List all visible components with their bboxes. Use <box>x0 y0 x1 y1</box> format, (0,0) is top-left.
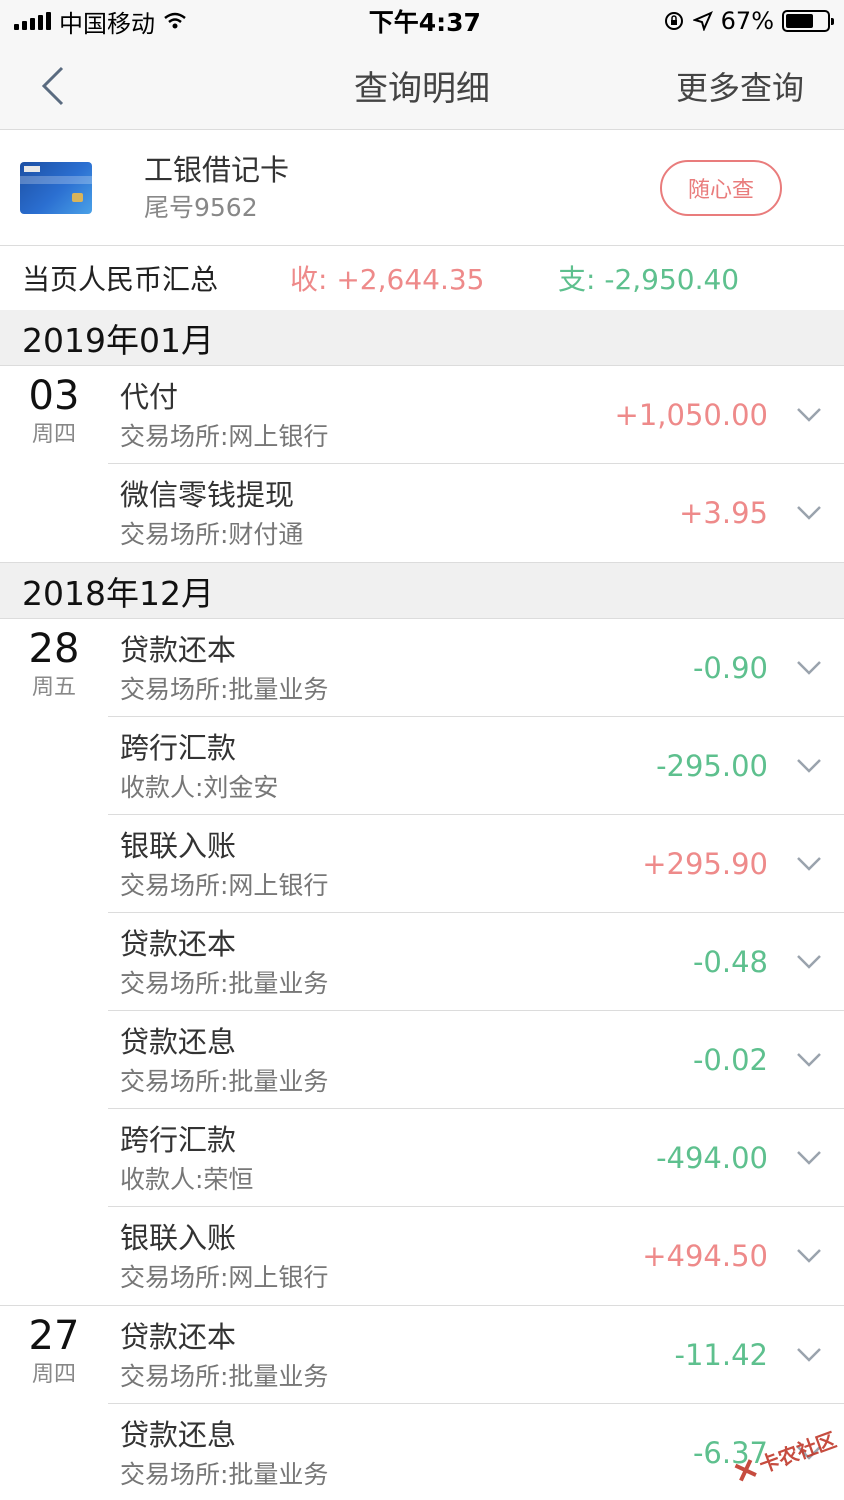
transaction-amount: -11.42 <box>674 1337 769 1372</box>
month-header: 2018年12月 <box>0 563 844 619</box>
transaction-title: 银联入账 <box>120 828 237 863</box>
card-number: 尾号9562 <box>144 192 258 222</box>
card-block: 工银借记卡 尾号9562 随心查 <box>0 130 844 246</box>
transaction-title: 贷款还本 <box>120 1319 237 1354</box>
day-column: 03 周四 <box>0 366 108 562</box>
status-time: 下午4:37 <box>368 8 481 37</box>
status-right: 67% <box>663 7 834 35</box>
transaction-title: 贷款还本 <box>120 926 237 961</box>
transaction-row[interactable]: 跨行汇款收款人:刘金安 -295.00 <box>108 717 844 815</box>
transaction-amount: -0.90 <box>692 650 768 685</box>
transaction-row[interactable]: 微信零钱提现交易场所:财付通 +3.95 <box>108 464 844 562</box>
transaction-title: 代付 <box>120 379 179 414</box>
transaction-row[interactable]: 贷款还本交易场所:批量业务 -11.42 <box>108 1306 844 1404</box>
transaction-detail: 交易场所:批量业务 <box>120 1066 329 1096</box>
chevron-down-icon[interactable] <box>796 758 822 774</box>
chevron-down-icon[interactable] <box>796 1248 822 1264</box>
transaction-title: 微信零钱提现 <box>120 478 295 512</box>
transaction-detail: 收款人:荣恒 <box>120 1164 254 1194</box>
transaction-amount: +494.50 <box>642 1239 768 1273</box>
rotation-lock-icon <box>664 12 683 30</box>
transaction-amount: +295.90 <box>642 846 768 881</box>
chevron-down-icon[interactable] <box>796 505 822 521</box>
day-weekday: 周四 <box>31 422 76 447</box>
chevron-down-icon[interactable] <box>796 1347 822 1363</box>
transaction-row[interactable]: 贷款还本交易场所:批量业务 -0.90 <box>108 619 844 717</box>
day-column: 28 周五 <box>0 619 108 1305</box>
transaction-amount: +1,050.00 <box>614 397 768 432</box>
flex-query-button[interactable]: 随心查 <box>660 159 782 216</box>
wifi-icon <box>164 12 186 29</box>
card-name: 工银借记卡 <box>144 152 290 187</box>
transaction-amount: -494.00 <box>656 1140 768 1175</box>
more-query-button[interactable]: 更多查询 <box>676 63 804 109</box>
chevron-down-icon[interactable] <box>796 660 822 676</box>
status-left: 中国移动 <box>14 4 187 39</box>
signal-icon <box>14 12 51 30</box>
transaction-row[interactable]: 代付交易场所:网上银行 +1,050.00 <box>108 366 844 464</box>
transaction-detail: 交易场所:财付通 <box>120 520 304 549</box>
transaction-detail: 交易场所:网上银行 <box>120 870 329 900</box>
back-button[interactable] <box>40 66 80 106</box>
day-group: 27 周四 贷款还本 交易场所:批量业务 -11.42 贷款还息 交易场所:批量业务… <box>0 1306 844 1500</box>
page-summary: 当页人民币汇总 收: +2,644.35 支: -2,950.40 <box>0 246 844 310</box>
transaction-detail: 交易场所:网上银行 <box>120 421 329 451</box>
chevron-down-icon[interactable] <box>796 954 822 970</box>
chevron-left-icon <box>41 66 64 105</box>
day-number: 03 <box>28 373 80 419</box>
transaction-detail: 收款人:刘金安 <box>120 772 279 802</box>
transaction-row[interactable]: 跨行汇款收款人:荣恒 -494.00 <box>108 1109 844 1207</box>
transaction-amount: +3.95 <box>679 496 768 530</box>
transaction-list: 代付交易场所:网上银行 +1,050.00 微信零钱提现交易场所:财付通 +3.… <box>108 366 844 562</box>
transaction-detail: 交易场所:批量业务 <box>120 1361 329 1391</box>
battery-fill <box>786 14 813 28</box>
transaction-amount: -0.02 <box>692 1042 768 1077</box>
card-info: 工银借记卡 尾号9562 <box>144 150 660 226</box>
day-group: 03 周四 代付交易场所:网上银行 +1,050.00 微信零钱提现交易场所:财… <box>0 366 844 563</box>
month-header: 2019年01月 <box>0 310 844 366</box>
transaction-title: 贷款还息 <box>120 1024 237 1059</box>
transaction-title: 贷款还本 <box>120 632 237 667</box>
battery-percent: 67% <box>720 7 774 35</box>
transaction-title: 跨行汇款 <box>120 730 237 765</box>
transaction-title: 贷款还息 <box>120 1418 237 1452</box>
status-bar: 中国移动 下午4:37 67% <box>0 0 844 42</box>
transaction-detail: 交易场所:批量业务 <box>120 1460 329 1489</box>
battery-icon <box>782 10 834 32</box>
transaction-row[interactable]: 贷款还息交易场所:批量业务 -0.02 <box>108 1011 844 1109</box>
day-group: 28 周五 贷款还本 交易场所:批量业务 -0.90 跨行汇款 收款人:刘金安 -2… <box>0 619 844 1306</box>
chevron-down-icon[interactable] <box>796 407 822 423</box>
transaction-list: 贷款还本 交易场所:批量业务 -0.90 跨行汇款 收款人:刘金安 -295.00 … <box>108 619 844 1305</box>
transaction-title: 银联入账 <box>120 1221 237 1255</box>
transaction-detail: 交易场所:网上银行 <box>120 1263 329 1292</box>
summary-expense: 支: -2,950.40 <box>558 263 740 296</box>
day-weekday: 周四 <box>31 1362 76 1387</box>
transaction-title: 跨行汇款 <box>120 1122 237 1157</box>
transaction-amount: -295.00 <box>656 748 768 783</box>
summary-income: 收: +2,644.35 <box>290 263 485 296</box>
transaction-row[interactable]: 银联入账交易场所:网上银行 +494.50 <box>108 1207 844 1305</box>
transaction-detail: 交易场所:批量业务 <box>120 674 329 704</box>
transaction-detail: 交易场所:批量业务 <box>120 968 329 998</box>
day-column: 27 周四 <box>0 1306 108 1500</box>
transaction-row[interactable]: 银联入账交易场所:网上银行 +295.90 <box>108 815 844 913</box>
carrier-label: 中国移动 <box>59 9 155 38</box>
summary-label: 当页人民币汇总 <box>22 263 219 296</box>
chevron-down-icon[interactable] <box>796 856 822 872</box>
day-number: 27 <box>28 1313 80 1359</box>
transaction-row[interactable]: 贷款还息 交易场所:批量业务 -6.37 <box>108 1404 844 1500</box>
chevron-down-icon[interactable] <box>796 1150 822 1166</box>
bank-card-image <box>20 161 92 214</box>
location-icon <box>692 11 713 31</box>
transaction-row[interactable]: 贷款还本交易场所:批量业务 -0.48 <box>108 913 844 1011</box>
transaction-amount: -0.48 <box>692 944 768 979</box>
nav-bar: 查询明细 更多查询 <box>0 42 844 130</box>
day-weekday: 周五 <box>31 675 76 700</box>
day-number: 28 <box>28 626 80 672</box>
chevron-down-icon[interactable] <box>796 1052 822 1068</box>
